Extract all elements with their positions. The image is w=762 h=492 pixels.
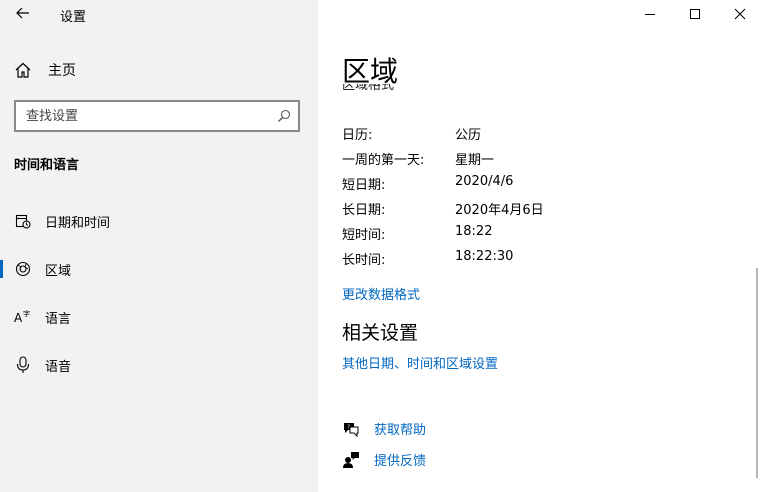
format-value: 公历 bbox=[455, 128, 482, 143]
svg-text:A: A bbox=[14, 311, 23, 325]
nav-home[interactable]: 主页 bbox=[14, 60, 76, 80]
minimize-icon bbox=[645, 14, 655, 15]
additional-date-time-region-link[interactable]: 其他日期、时间和区域设置 bbox=[342, 353, 498, 372]
sidebar-item-date-time[interactable]: 日期和时间 bbox=[0, 203, 318, 239]
format-value: 星期一 bbox=[455, 153, 495, 168]
clipped-section-label: 区域格式 bbox=[342, 84, 542, 96]
change-data-format-link[interactable]: 更改数据格式 bbox=[342, 284, 420, 303]
format-key: 长时间: bbox=[342, 253, 386, 268]
format-value: 2020/4/6 bbox=[455, 174, 514, 189]
sidebar-item-label: 区域 bbox=[45, 263, 72, 279]
back-button[interactable] bbox=[14, 4, 32, 22]
nav-home-label: 主页 bbox=[48, 63, 76, 79]
search-box[interactable] bbox=[14, 100, 300, 132]
related-settings-heading: 相关设置 bbox=[342, 322, 419, 344]
clipped-section-text: 区域格式 bbox=[342, 84, 395, 93]
maximize-button[interactable] bbox=[672, 0, 718, 28]
svg-text:?: ? bbox=[347, 424, 350, 430]
format-key: 一周的第一天: bbox=[342, 153, 425, 168]
help-chat-icon: ? bbox=[342, 420, 360, 438]
language-icon: A 字 bbox=[14, 308, 32, 326]
close-icon bbox=[734, 8, 746, 20]
minimize-button[interactable] bbox=[627, 0, 673, 28]
feedback-icon bbox=[342, 451, 360, 469]
sidebar-item-language[interactable]: A 字 语言 bbox=[0, 299, 318, 335]
microphone-icon bbox=[14, 356, 32, 374]
format-key: 长日期: bbox=[342, 203, 386, 218]
calendar-clock-icon bbox=[14, 212, 32, 230]
format-value: 18:22:30 bbox=[455, 249, 514, 264]
format-key: 短日期: bbox=[342, 178, 386, 193]
give-feedback-label: 提供反馈 bbox=[374, 454, 427, 469]
main-content: 区域 区域格式 日历: 公历 一周的第一天: 星期一 短日期: 2020/4/6… bbox=[318, 0, 762, 492]
close-button[interactable] bbox=[717, 0, 762, 28]
format-key: 短时间: bbox=[342, 228, 386, 243]
format-value: 18:22 bbox=[455, 224, 493, 239]
search-icon[interactable] bbox=[270, 109, 298, 123]
sidebar-item-label: 语言 bbox=[45, 311, 72, 327]
sidebar-item-region[interactable]: 区域 bbox=[0, 251, 318, 287]
get-help-label: 获取帮助 bbox=[374, 423, 427, 438]
format-key: 日历: bbox=[342, 128, 373, 143]
get-help-link[interactable]: ? 获取帮助 bbox=[342, 419, 426, 438]
give-feedback-link[interactable]: 提供反馈 bbox=[342, 450, 426, 469]
search-input[interactable] bbox=[16, 102, 270, 130]
format-value: 2020年4月6日 bbox=[455, 203, 544, 218]
section-heading: 时间和语言 bbox=[14, 158, 80, 173]
sidebar-item-speech[interactable]: 语音 bbox=[0, 347, 318, 383]
sidebar: 设置 主页 时间和语言 日期和时间 bbox=[0, 0, 318, 492]
home-icon bbox=[15, 62, 31, 78]
maximize-icon bbox=[690, 9, 700, 19]
back-arrow-icon bbox=[16, 7, 29, 19]
app-title: 设置 bbox=[60, 10, 87, 25]
globe-icon bbox=[14, 260, 32, 278]
sidebar-item-label: 语音 bbox=[45, 359, 72, 375]
sidebar-item-label: 日期和时间 bbox=[45, 215, 111, 231]
scrollbar[interactable] bbox=[756, 268, 758, 478]
svg-text:字: 字 bbox=[23, 309, 30, 318]
